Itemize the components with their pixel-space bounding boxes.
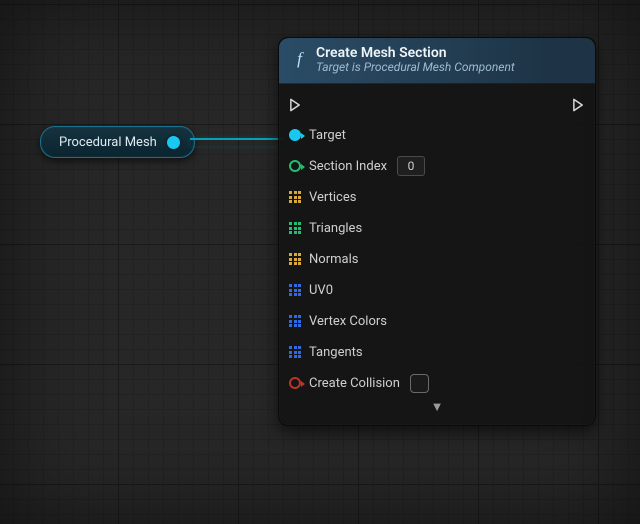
pin-row-section-index: Section Index 0: [289, 151, 585, 182]
pin-triangles[interactable]: [289, 222, 301, 234]
pin-row-vertex-colors: Vertex Colors: [289, 306, 585, 337]
pin-row-tangents: Tangents: [289, 337, 585, 368]
pin-row-triangles: Triangles: [289, 213, 585, 244]
function-icon: f: [291, 51, 308, 68]
variable-node-procedural-mesh[interactable]: Procedural Mesh: [40, 126, 195, 158]
pin-normals[interactable]: [289, 253, 301, 265]
exec-in-pin[interactable]: [289, 98, 302, 111]
function-node-create-mesh-section[interactable]: f Create Mesh Section Target is Procedur…: [278, 37, 596, 426]
pin-vertices[interactable]: [289, 191, 301, 203]
pin-label-uv0: UV0: [309, 283, 333, 298]
pin-label-triangles: Triangles: [309, 221, 362, 236]
pin-uv0[interactable]: [289, 284, 301, 296]
pin-row-target: Target: [289, 120, 585, 151]
node-title: Create Mesh Section: [316, 45, 515, 61]
blueprint-graph[interactable]: Procedural Mesh f Create Mesh Section Ta…: [0, 0, 640, 524]
pin-label-vertices: Vertices: [309, 190, 356, 205]
pin-row-create-collision: Create Collision: [289, 368, 585, 399]
variable-node-label: Procedural Mesh: [59, 135, 157, 150]
pin-label-section-index: Section Index: [309, 159, 387, 174]
pin-vertex-colors[interactable]: [289, 315, 301, 327]
pin-section-index[interactable]: [289, 160, 301, 172]
pin-row-vertices: Vertices: [289, 182, 585, 213]
node-body: Target Section Index 0 Vertices Triangle…: [279, 84, 595, 425]
expand-node-toggle[interactable]: ▼: [289, 399, 585, 421]
create-collision-checkbox[interactable]: [410, 374, 429, 393]
wire-procmesh-to-target: [190, 138, 284, 146]
section-index-input[interactable]: 0: [397, 156, 425, 176]
pin-label-create-collision: Create Collision: [309, 376, 400, 391]
pin-row-uv0: UV0: [289, 275, 585, 306]
pin-label-vertex-colors: Vertex Colors: [309, 314, 387, 329]
pin-label-normals: Normals: [309, 252, 358, 267]
pin-target[interactable]: [289, 129, 301, 141]
variable-output-pin[interactable]: [167, 136, 180, 149]
pin-tangents[interactable]: [289, 346, 301, 358]
node-subtitle: Target is Procedural Mesh Component: [316, 61, 515, 75]
pin-create-collision[interactable]: [289, 377, 301, 389]
pin-label-target: Target: [309, 128, 346, 143]
exec-out-pin[interactable]: [572, 98, 585, 111]
pin-label-tangents: Tangents: [309, 345, 363, 360]
node-header[interactable]: f Create Mesh Section Target is Procedur…: [279, 38, 595, 84]
pin-row-normals: Normals: [289, 244, 585, 275]
